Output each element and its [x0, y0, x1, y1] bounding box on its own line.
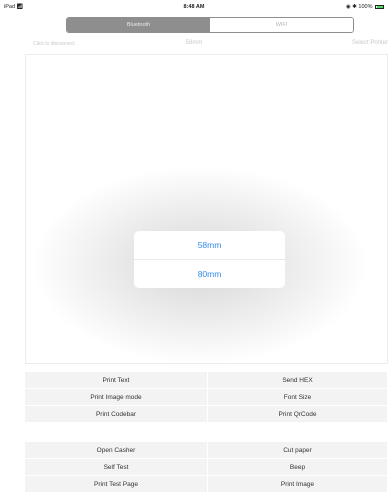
print-qrcode-button[interactable]: Print QrCode — [208, 406, 388, 423]
segment-wifi[interactable]: WIFI — [210, 18, 353, 32]
print-image-button[interactable]: Print Image — [208, 476, 388, 493]
button-grid-bottom: Open Casher Cut paper Self Test Beep Pri… — [25, 442, 388, 493]
battery-icon — [375, 4, 384, 9]
battery-percent: 100% — [358, 4, 373, 10]
paper-size-button[interactable]: 58mm — [0, 40, 388, 46]
print-text-button[interactable]: Print Text — [25, 372, 208, 389]
clock: 8:48 AM — [183, 4, 205, 10]
status-bar: iPad 📶︎ 8:48 AM ◉ ✱ 100% — [0, 0, 388, 14]
option-58mm[interactable]: 58mm — [134, 231, 285, 259]
location-icon: ◉ — [345, 4, 351, 10]
send-hex-button[interactable]: Send HEX — [208, 372, 388, 389]
segment-bluetooth[interactable]: Bluetooth — [67, 18, 210, 32]
paper-size-popup: 58mm 80mm — [134, 231, 285, 288]
option-80mm[interactable]: 80mm — [134, 259, 285, 287]
cut-paper-button[interactable]: Cut paper — [208, 442, 388, 459]
info-row: Click to disconnect 58mm Select Printer — [0, 37, 388, 49]
print-image-mode-button[interactable]: Print Image mode — [25, 389, 208, 406]
self-test-button[interactable]: Self Test — [25, 459, 208, 476]
print-test-page-button[interactable]: Print Test Page — [25, 476, 208, 493]
button-grid-top: Print Text Send HEX Print Image mode Fon… — [25, 372, 388, 423]
select-printer-button[interactable]: Select Printer — [352, 40, 388, 46]
print-codebar-button[interactable]: Print Codebar — [25, 406, 208, 423]
connection-type-segmented-control: Bluetooth WIFI — [66, 17, 354, 33]
bluetooth-icon: ✱ — [352, 4, 357, 10]
font-size-button[interactable]: Font Size — [208, 389, 388, 406]
beep-button[interactable]: Beep — [208, 459, 388, 476]
open-casher-button[interactable]: Open Casher — [25, 442, 208, 459]
